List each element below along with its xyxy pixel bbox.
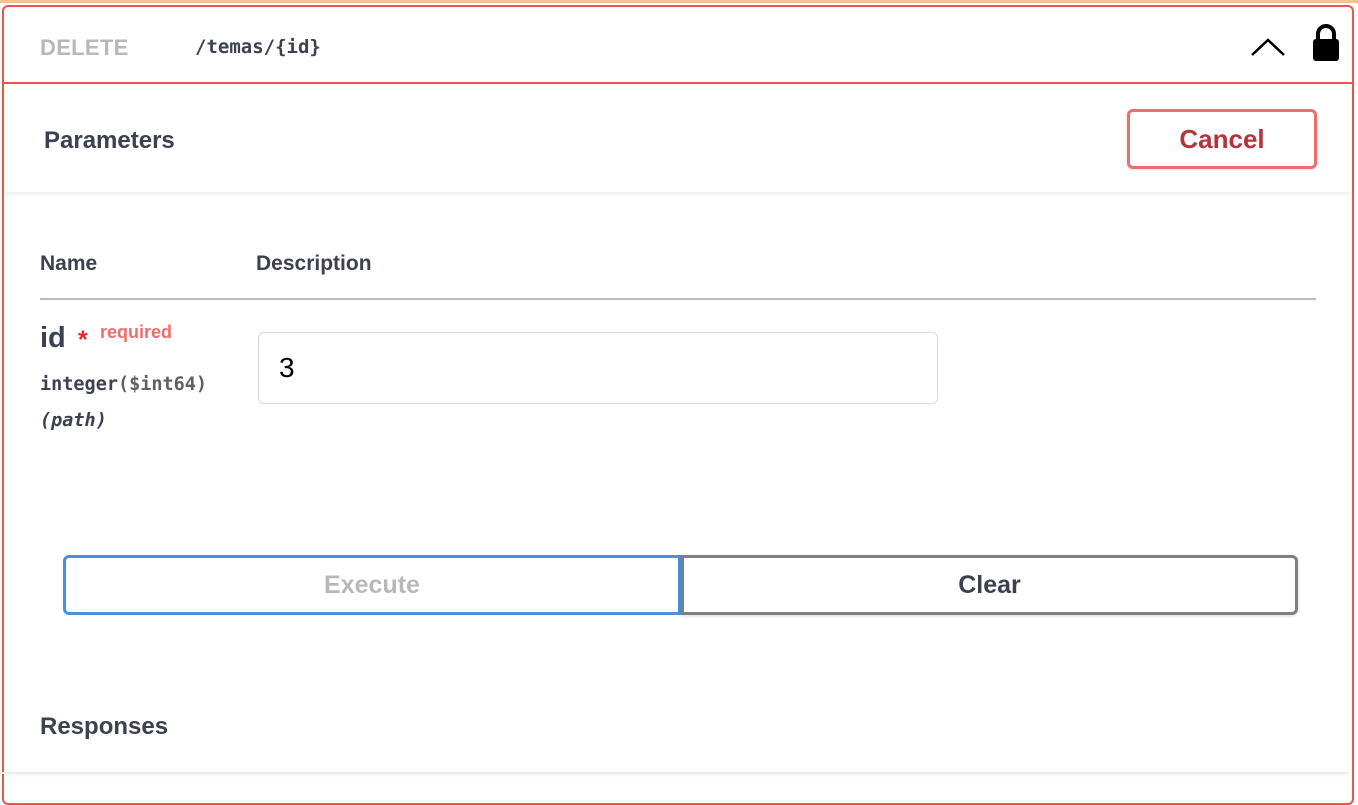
column-header-name: Name (40, 252, 98, 275)
chevron-up-icon[interactable] (1248, 31, 1288, 59)
parameters-title: Parameters (44, 127, 175, 154)
table-header-divider (40, 298, 1316, 300)
endpoint-path: /temas/{id} (195, 36, 321, 58)
top-border-line (0, 0, 1358, 3)
param-type-name: integer (40, 374, 118, 395)
clear-button[interactable]: Clear (681, 555, 1298, 615)
required-asterisk: * (78, 326, 88, 354)
http-method-label: DELETE (40, 35, 129, 60)
cancel-button[interactable]: Cancel (1127, 109, 1317, 169)
parameters-header: Parameters Cancel (4, 84, 1352, 192)
id-param-input[interactable] (258, 332, 938, 404)
operation-summary[interactable]: DELETE /temas/{id} (4, 7, 1352, 84)
param-format: ($int64) (117, 374, 208, 395)
param-type: integer($int64) (40, 374, 207, 395)
param-location: (path) (40, 410, 107, 431)
responses-divider (0, 772, 1348, 774)
required-label: required (100, 322, 173, 342)
execute-button[interactable]: Execute (63, 555, 681, 615)
responses-title: Responses (40, 713, 169, 740)
operation-block: DELETE /temas/{id} Parameters Cancel (2, 5, 1354, 805)
lock-icon[interactable] (1310, 23, 1342, 63)
param-name: id (40, 322, 66, 354)
column-header-description: Description (256, 252, 372, 275)
